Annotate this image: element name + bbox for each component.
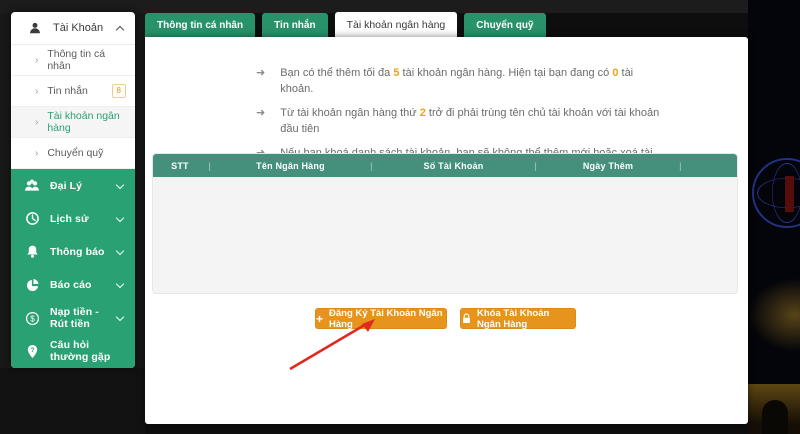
sidebar-header-label: Tài Khoản (53, 22, 107, 34)
svg-text:$: $ (30, 314, 35, 323)
sidebar-item-reports[interactable]: Báo cáo (11, 269, 135, 302)
lock-icon (461, 311, 471, 327)
caret-icon: › (35, 148, 38, 159)
chevron-down-icon (116, 214, 124, 222)
column-header-date-added: Ngày Thêm (539, 161, 678, 171)
register-bank-account-button[interactable]: + Đăng Ký Tài Khoản Ngân Hàng (315, 308, 447, 329)
button-label: Đăng Ký Tài Khoản Ngân Hàng (329, 308, 446, 330)
sidebar-item-label: Đại Lý (50, 180, 107, 192)
sidebar-item-label: Nạp tiền - Rút tiền (50, 306, 107, 330)
sidebar-item-label: Thông tin cá nhân (47, 48, 126, 72)
sidebar-menu: Đại Lý Lịch sử Thông báo (11, 169, 135, 368)
chevron-down-icon (116, 313, 124, 321)
table-header-row: STT | Tên Ngân Hàng | Số Tài Khoản | Ngà… (153, 154, 737, 177)
chevron-up-icon (116, 25, 124, 33)
tab-label: Tin nhắn (274, 20, 315, 31)
note-text: Từ tài khoản ngân hàng thứ 2 trở đi phải… (280, 106, 664, 138)
chevron-down-icon (116, 180, 124, 188)
button-label: Khóa Tài Khoản Ngân Hàng (477, 308, 575, 330)
lock-bank-account-button[interactable]: Khóa Tài Khoản Ngân Hàng (460, 308, 576, 329)
chevron-down-icon (116, 280, 124, 288)
sidebar-item-agency[interactable]: Đại Lý (11, 169, 135, 202)
column-header-account-number: Số Tài Khoản (374, 161, 533, 171)
caret-icon: › (35, 86, 38, 97)
app-screen: Tài Khoản › Thông tin cá nhân › Tin nhắn… (0, 0, 800, 434)
caret-icon: › (35, 55, 38, 66)
background-below-sidebar (0, 368, 145, 434)
plus-icon: + (316, 313, 323, 325)
arrow-bullet-icon: ➜ (256, 66, 265, 98)
column-separator: | (677, 161, 683, 171)
column-header-stt: STT (153, 161, 207, 171)
dollar-icon: $ (24, 310, 40, 326)
message-count-badge: 8 (112, 84, 126, 98)
column-header-bank-name: Tên Ngân Hàng (213, 161, 369, 171)
tab-label: Thông tin cá nhân (157, 20, 243, 31)
building-decoration (748, 384, 800, 434)
gold-glow-decoration (748, 278, 800, 352)
red-banner-decoration (785, 176, 794, 212)
bell-icon (24, 244, 40, 260)
sidebar-item-faq[interactable]: ? Câu hỏi thường gặp (11, 335, 135, 368)
sidebar-header-account[interactable]: Tài Khoản (11, 12, 135, 45)
sidebar-item-personal-info[interactable]: › Thông tin cá nhân (11, 45, 135, 76)
sidebar-item-label: Lịch sử (50, 213, 107, 225)
sidebar-item-fund-transfer[interactable]: › Chuyển quỹ (11, 138, 135, 169)
sidebar-item-deposit-withdraw[interactable]: $ Nạp tiền - Rút tiền (11, 302, 135, 335)
sidebar-item-label: Báo cáo (50, 279, 107, 291)
tab-label: Tài khoản ngân hàng (347, 19, 446, 31)
table-body-empty (153, 177, 737, 294)
main-panel: ➜ Bạn có thể thêm tối đa 5 tài khoản ngâ… (145, 37, 748, 424)
note-text: Bạn có thể thêm tối đa 5 tài khoản ngân … (280, 66, 664, 98)
sidebar-item-label: Thông báo (50, 246, 107, 258)
chevron-down-icon (116, 247, 124, 255)
sidebar-item-bank-accounts[interactable]: › Tài khoản ngân hàng (11, 107, 135, 138)
question-pin-icon: ? (24, 343, 40, 359)
sidebar-item-label: Chuyển quỹ (47, 147, 126, 159)
tab-bar: Thông tin cá nhân Tin nhắn Tài khoản ngâ… (145, 12, 546, 38)
tab-fund-transfer[interactable]: Chuyển quỹ (464, 13, 545, 38)
pie-chart-icon (24, 277, 40, 293)
sidebar-item-label: Tin nhắn (47, 85, 102, 97)
arrow-bullet-icon: ➜ (256, 106, 265, 138)
tab-personal-info[interactable]: Thông tin cá nhân (145, 13, 255, 38)
sidebar-item-label: Tài khoản ngân hàng (47, 110, 126, 134)
svg-text:?: ? (30, 347, 34, 354)
bank-accounts-table: STT | Tên Ngân Hàng | Số Tài Khoản | Ngà… (152, 153, 738, 294)
sidebar-item-history[interactable]: Lịch sử (11, 202, 135, 235)
sidebar-item-label: Câu hỏi thường gặp (50, 339, 123, 363)
background-photo (748, 0, 800, 434)
sidebar: Tài Khoản › Thông tin cá nhân › Tin nhắn… (11, 12, 135, 368)
tab-messages[interactable]: Tin nhắn (262, 13, 327, 38)
tab-bank-accounts[interactable]: Tài khoản ngân hàng (335, 12, 458, 38)
sidebar-item-messages[interactable]: › Tin nhắn 8 (11, 76, 135, 107)
tab-label: Chuyển quỹ (476, 20, 533, 31)
note-max-accounts: ➜ Bạn có thể thêm tối đa 5 tài khoản ngâ… (256, 66, 664, 98)
clock-icon (24, 211, 40, 227)
sidebar-item-notifications[interactable]: Thông báo (11, 235, 135, 268)
people-icon (24, 178, 40, 194)
person-icon (27, 20, 43, 36)
note-matching-name: ➜ Từ tài khoản ngân hàng thứ 2 trở đi ph… (256, 106, 664, 138)
caret-icon: › (35, 117, 38, 128)
